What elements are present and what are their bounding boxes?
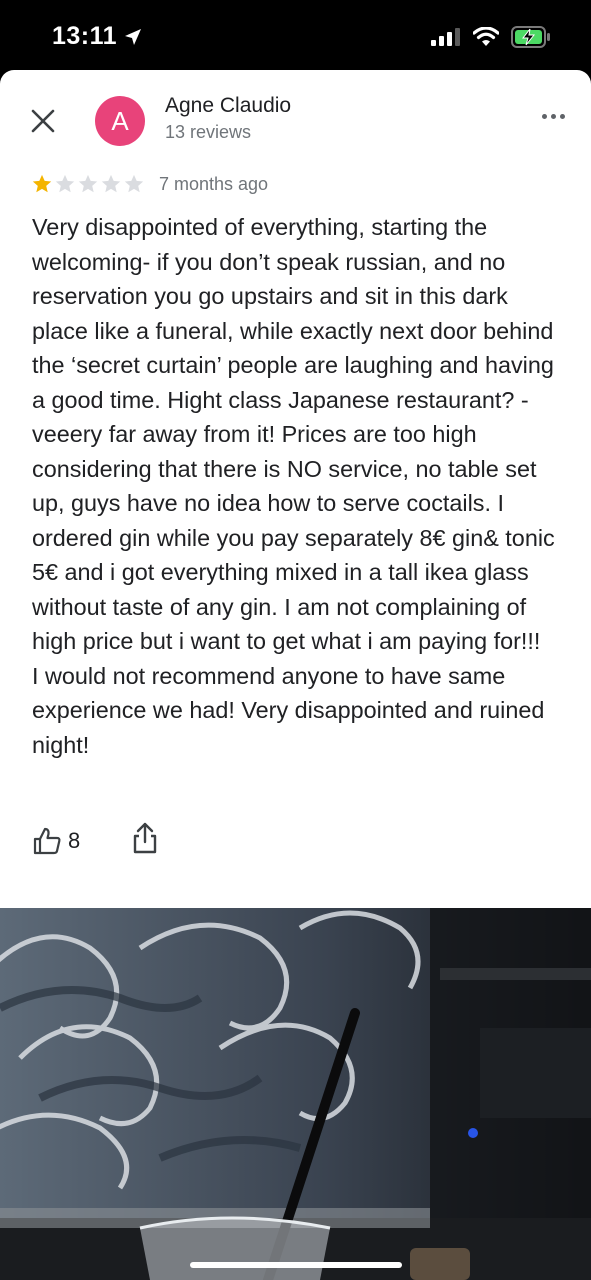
review-sheet: A Agne Claudio 13 reviews 7 months ago V… (0, 70, 591, 1280)
status-time-text: 13:11 (52, 22, 118, 50)
star-rating (31, 173, 145, 195)
review-photo[interactable] (0, 908, 591, 1280)
review-photo-image (0, 908, 591, 1280)
close-button[interactable] (30, 108, 56, 134)
like-button[interactable]: 8 (32, 826, 80, 856)
close-icon (31, 109, 55, 133)
star-empty-icon (101, 174, 121, 193)
location-arrow-icon (125, 28, 142, 45)
home-indicator[interactable] (190, 1262, 402, 1268)
wifi-icon (473, 27, 499, 46)
status-time: 13:11 (52, 22, 143, 51)
share-button[interactable] (132, 822, 158, 859)
star-filled-icon (32, 174, 52, 193)
star-empty-icon (78, 174, 98, 193)
review-actions: 8 (32, 822, 158, 859)
cellular-signal-icon (431, 28, 460, 46)
author-reviews-count: 13 reviews (165, 122, 252, 142)
rating-row: 7 months ago (31, 173, 268, 195)
status-bar: 13:11 (0, 0, 591, 72)
like-count: 8 (68, 827, 81, 853)
more-options-icon (542, 114, 547, 119)
more-options-button[interactable] (542, 114, 565, 119)
avatar[interactable]: A (95, 96, 145, 146)
review-text: Very disappointed of everything, startin… (32, 214, 555, 758)
thumbs-up-icon (33, 827, 61, 854)
avatar-initial: A (111, 105, 129, 136)
review-date: 7 months ago (159, 173, 269, 194)
share-icon (134, 822, 157, 854)
battery-charging-icon (511, 26, 550, 48)
author-name[interactable]: Agne Claudio (165, 94, 291, 118)
star-empty-icon (124, 174, 144, 193)
status-icons (431, 26, 551, 48)
star-empty-icon (55, 174, 75, 193)
